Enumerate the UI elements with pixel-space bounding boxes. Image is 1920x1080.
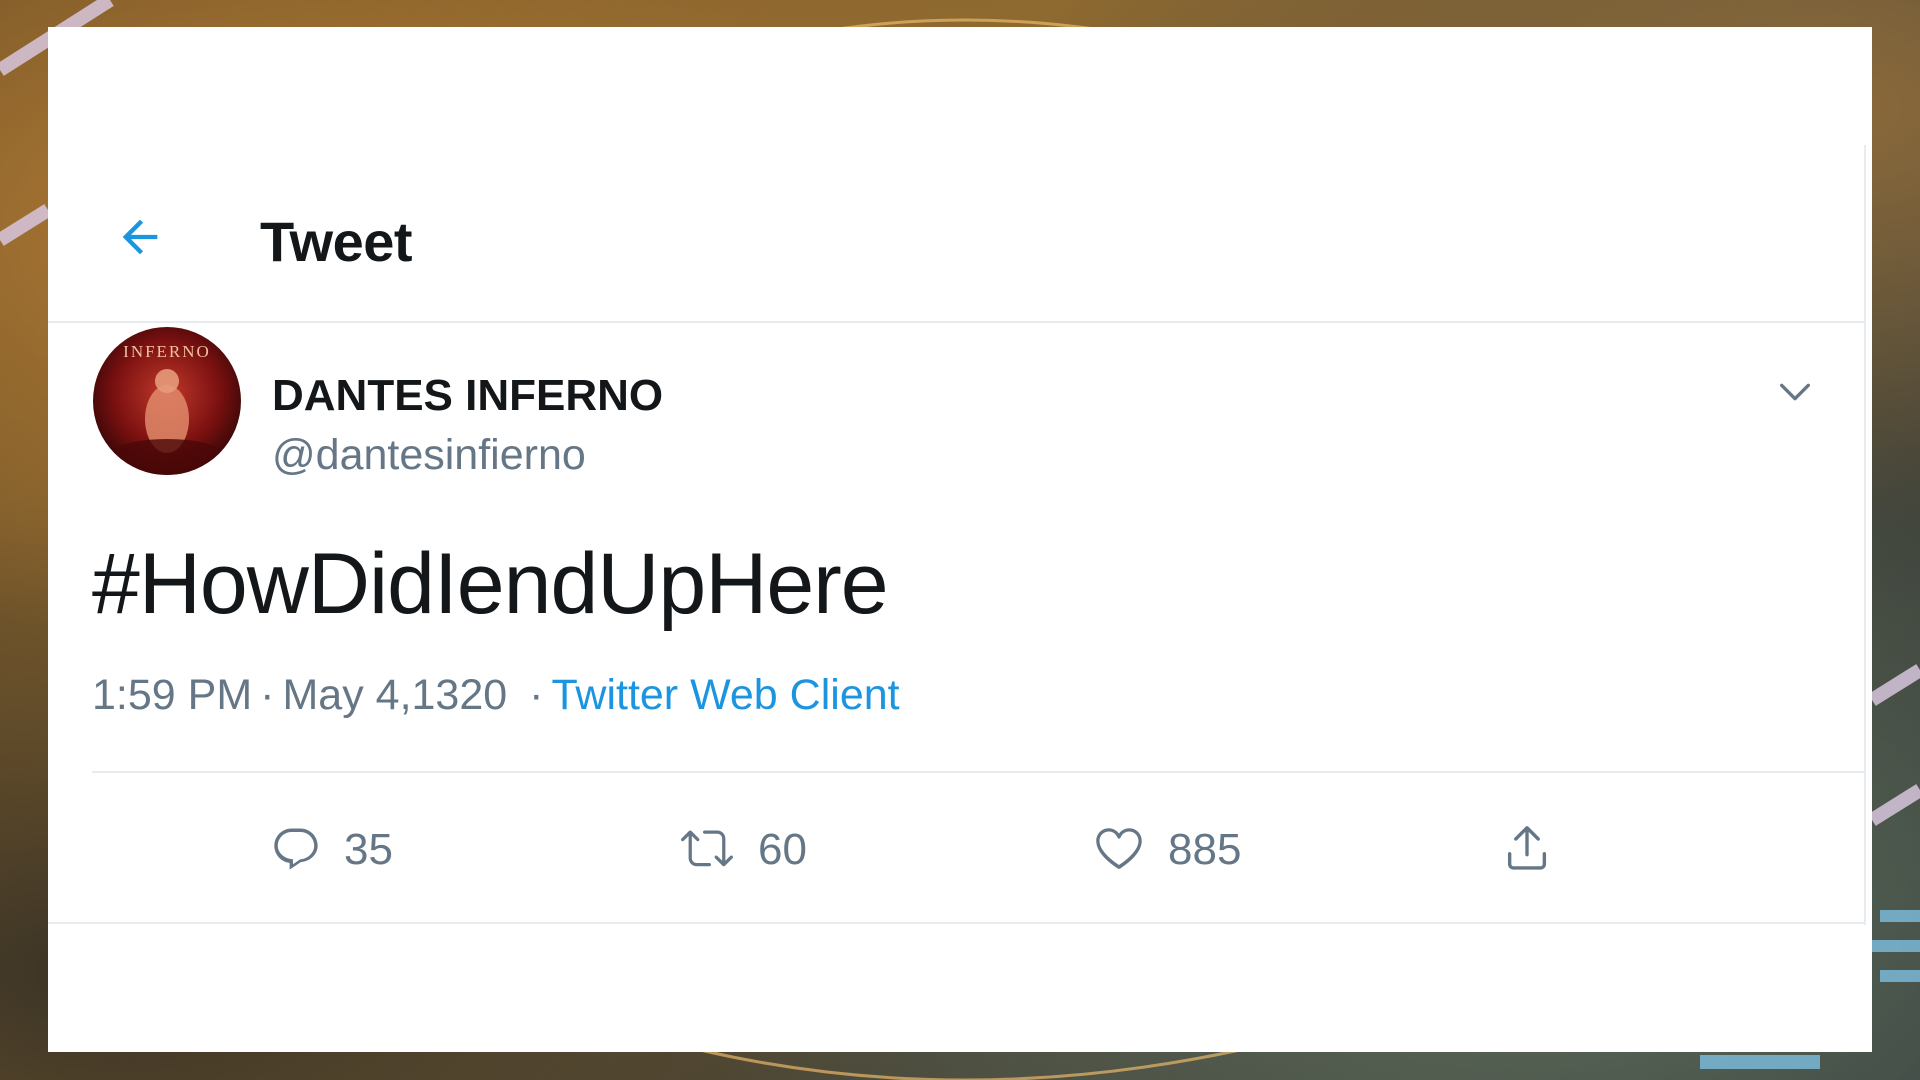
retweet-icon bbox=[678, 822, 736, 879]
retweet-button[interactable]: 60 bbox=[678, 817, 807, 883]
avatar[interactable]: INFERNO bbox=[93, 327, 241, 475]
divider bbox=[92, 771, 1866, 773]
author-display-name[interactable]: DANTES INFERNO bbox=[272, 371, 663, 421]
reply-button[interactable]: 35 bbox=[270, 817, 393, 883]
tweet-time[interactable]: 1:59 PM bbox=[92, 671, 252, 719]
tweet-meta: 1:59 PM · May 4,1320 · Twitter Web Client bbox=[92, 671, 900, 720]
reply-icon bbox=[270, 822, 322, 879]
like-button[interactable]: 885 bbox=[1092, 817, 1241, 883]
back-button[interactable] bbox=[108, 207, 172, 271]
separator: · bbox=[260, 671, 275, 719]
separator: · bbox=[529, 671, 544, 719]
author-handle[interactable]: @dantesinfierno bbox=[272, 431, 586, 480]
share-button[interactable] bbox=[1500, 817, 1554, 883]
tweet-text[interactable]: #HowDidIendUpHere bbox=[92, 535, 889, 634]
svg-text:INFERNO: INFERNO bbox=[123, 342, 211, 361]
arrow-left-icon bbox=[114, 211, 166, 268]
heart-icon bbox=[1092, 822, 1146, 879]
header-bar: Tweet bbox=[48, 147, 1866, 323]
reply-count: 35 bbox=[344, 825, 393, 874]
retweet-count: 60 bbox=[758, 825, 807, 874]
like-count: 885 bbox=[1168, 825, 1242, 874]
share-icon bbox=[1500, 821, 1554, 880]
tweet-date[interactable]: May 4,1320 bbox=[282, 671, 507, 719]
page-title: Tweet bbox=[260, 210, 413, 273]
divider bbox=[48, 922, 1866, 924]
client-link[interactable]: Twitter Web Client bbox=[552, 671, 900, 719]
tweet-card: Tweet INFERNO DANTES INFERNO @dantesinfi… bbox=[48, 27, 1872, 1052]
more-options-button[interactable] bbox=[1768, 367, 1822, 421]
chevron-down-icon bbox=[1775, 372, 1815, 417]
